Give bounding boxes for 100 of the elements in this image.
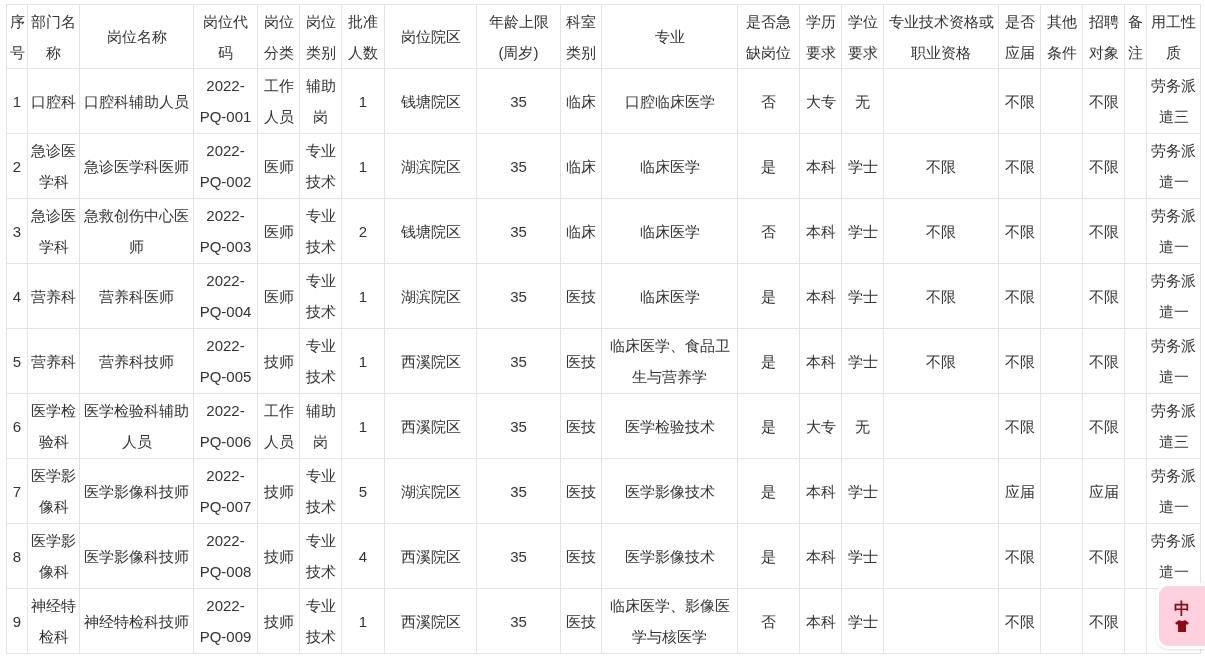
table-cell: 专业技术: [299, 458, 342, 524]
column-header: 部门名称: [27, 4, 80, 69]
table-cell: 口腔临床医学: [601, 68, 738, 134]
table-cell: 1: [341, 133, 385, 199]
table-cell: 技师: [257, 328, 300, 394]
table-cell: 工作人员: [257, 68, 300, 134]
table-cell: 湖滨院区: [384, 263, 477, 329]
table-cell: 不限: [883, 263, 999, 329]
column-header: 岗位名称: [79, 4, 194, 69]
table-cell: 35: [476, 393, 561, 459]
table-cell: 临床医学、影像医学与核医学: [601, 588, 738, 654]
table-cell: 辅助岗: [299, 393, 342, 459]
table-cell: 1: [341, 263, 385, 329]
table-cell: 2: [341, 198, 385, 264]
table-cell: 临床: [560, 133, 602, 199]
table-cell: 35: [476, 68, 561, 134]
table-cell: 不限: [883, 328, 999, 394]
table-cell: 工作人员: [257, 393, 300, 459]
table-cell: 临床: [560, 68, 602, 134]
column-header: 岗位类别: [299, 4, 342, 69]
table-cell: 医学影像科: [27, 458, 80, 524]
table-cell: 医师: [257, 198, 300, 264]
table-cell: 2022-PQ-004: [193, 263, 258, 329]
table-cell: 西溪院区: [384, 393, 477, 459]
table-cell: 是: [737, 523, 800, 589]
table-cell: 劳务派遣一: [1146, 458, 1201, 524]
column-header: 招聘对象: [1082, 4, 1125, 69]
table-cell: 不限: [1082, 263, 1125, 329]
table-cell: 学士: [841, 588, 884, 654]
table-cell: 无: [841, 68, 884, 134]
table-cell: 技师: [257, 588, 300, 654]
table-cell: 2022-PQ-002: [193, 133, 258, 199]
table-cell: 否: [737, 198, 800, 264]
table-cell: 急诊医学科: [27, 133, 80, 199]
table-cell: 营养科技师: [79, 328, 194, 394]
table-cell: 不限: [998, 133, 1041, 199]
column-header: 岗位院区: [384, 4, 477, 69]
column-header: 学历要求: [799, 4, 842, 69]
column-header: 是否应届: [998, 4, 1041, 69]
table-cell: 营养科医师: [79, 263, 194, 329]
table-cell: 35: [476, 523, 561, 589]
table-cell: 湖滨院区: [384, 133, 477, 199]
table-cell: 劳务派遣三: [1146, 68, 1201, 134]
table-cell: 医学检验科辅助人员: [79, 393, 194, 459]
table-cell: 急诊医学科医师: [79, 133, 194, 199]
table-cell: 不限: [1082, 68, 1125, 134]
table-cell: 不限: [1082, 588, 1125, 654]
shirt-icon: [1175, 620, 1189, 632]
table-cell: 2022-PQ-006: [193, 393, 258, 459]
table-cell: 2022-PQ-003: [193, 198, 258, 264]
column-header: 年龄上限(周岁): [476, 4, 561, 69]
table-cell: 1: [341, 68, 385, 134]
table-cell: 2022-PQ-009: [193, 588, 258, 654]
table-cell: 5: [6, 328, 28, 394]
ime-toolbar[interactable]: 中: [1156, 583, 1205, 649]
table-cell: 2022-PQ-008: [193, 523, 258, 589]
table-cell: 2: [6, 133, 28, 199]
table-cell: 不限: [998, 328, 1041, 394]
table-cell: 医技: [560, 263, 602, 329]
table-cell: 否: [737, 588, 800, 654]
table-cell: 营养科: [27, 263, 80, 329]
table-cell: 临床医学: [601, 133, 738, 199]
column-header: 序号: [6, 4, 28, 69]
table-cell: 不限: [1082, 393, 1125, 459]
table-cell: 不限: [998, 523, 1041, 589]
table-cell: 5: [341, 458, 385, 524]
table-cell: 2022-PQ-005: [193, 328, 258, 394]
table-cell: 大专: [799, 68, 842, 134]
table-cell: 神经特检科: [27, 588, 80, 654]
table-cell: 专业技术: [299, 588, 342, 654]
table-cell: 医师: [257, 133, 300, 199]
column-header: 岗位分类: [257, 4, 300, 69]
column-header: 批准人数: [341, 4, 385, 69]
column-header: 科室类别: [560, 4, 602, 69]
table-cell: 不限: [998, 588, 1041, 654]
table-cell: 本科: [799, 263, 842, 329]
table-cell: 35: [476, 328, 561, 394]
table-cell: 西溪院区: [384, 328, 477, 394]
table-cell: 1: [6, 68, 28, 134]
table-cell: 湖滨院区: [384, 458, 477, 524]
table-cell: 不限: [883, 198, 999, 264]
table-cell: 医学影像科: [27, 523, 80, 589]
table-cell: 应届: [998, 458, 1041, 524]
table-cell: 不限: [1082, 523, 1125, 589]
table-cell: 技师: [257, 523, 300, 589]
table-cell: 劳务派遣一: [1146, 133, 1201, 199]
table-cell: 劳务派遣一: [1146, 328, 1201, 394]
table-cell: 医学影像技术: [601, 523, 738, 589]
table-cell: 本科: [799, 588, 842, 654]
table-cell: 本科: [799, 328, 842, 394]
table-cell: 2022-PQ-001: [193, 68, 258, 134]
table-cell: 不限: [1082, 198, 1125, 264]
table-cell: 35: [476, 198, 561, 264]
table-cell: 是: [737, 458, 800, 524]
table-cell: 劳务派遣三: [1146, 393, 1201, 459]
table-cell: 35: [476, 263, 561, 329]
table-cell: 学士: [841, 198, 884, 264]
table-cell: 本科: [799, 458, 842, 524]
table-cell: 西溪院区: [384, 588, 477, 654]
table-cell: 钱塘院区: [384, 198, 477, 264]
